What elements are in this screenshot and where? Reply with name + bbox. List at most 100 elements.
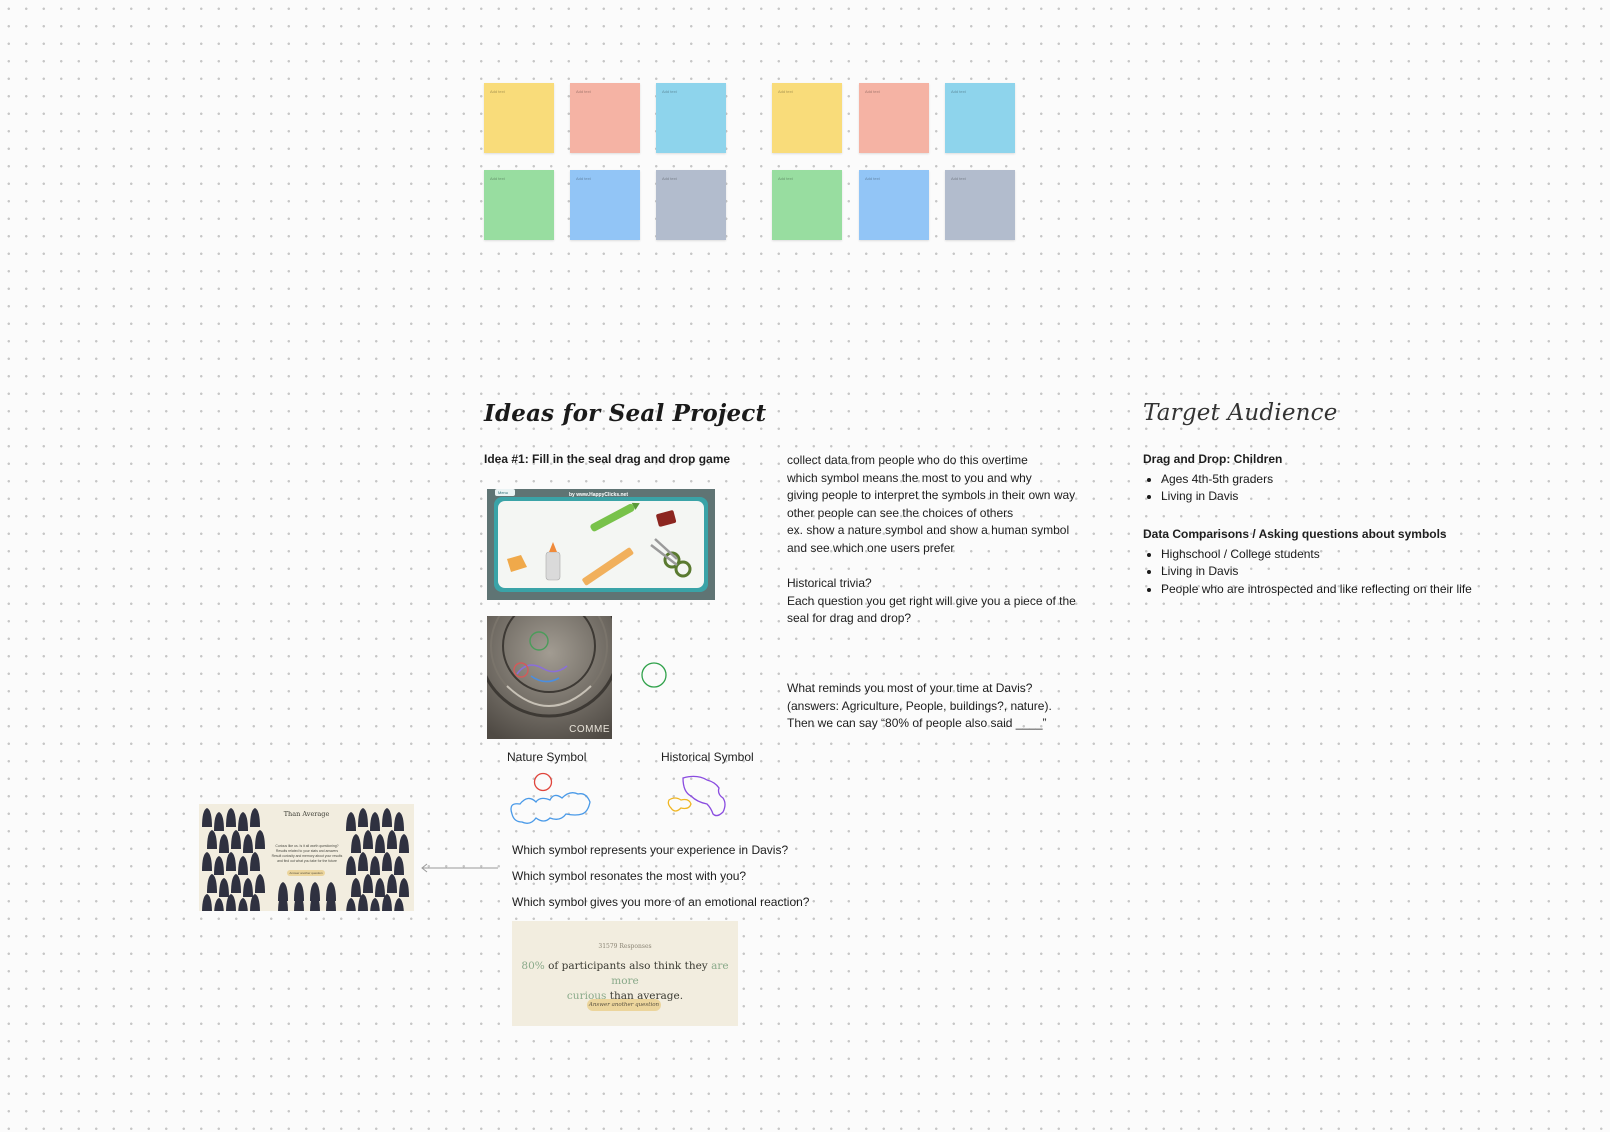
silhouette-figure bbox=[255, 830, 265, 849]
sticky-note-gray[interactable]: Add text bbox=[656, 170, 726, 240]
silhouette-figure bbox=[346, 856, 356, 875]
audience-heading: Target Audience bbox=[1143, 400, 1338, 426]
audience-group-title: Data Comparisons / Asking questions abou… bbox=[1143, 527, 1447, 541]
silhouette-figure bbox=[226, 852, 236, 871]
sticky-note-yellow[interactable]: Add text bbox=[484, 83, 554, 153]
historical-symbol-label: Historical Symbol bbox=[661, 750, 754, 764]
sticky-placeholder: Add text bbox=[778, 89, 793, 94]
silhouette-figure bbox=[219, 834, 229, 853]
note-line: Historical trivia? bbox=[787, 576, 872, 590]
silhouette-figure bbox=[255, 874, 265, 893]
circle-doodle-green[interactable] bbox=[640, 661, 668, 689]
silhouette-figure bbox=[375, 834, 385, 853]
result-statement: 80% of participants also think they are … bbox=[518, 959, 732, 1004]
sticky-placeholder: Add text bbox=[865, 176, 880, 181]
silhouette-figure bbox=[250, 852, 260, 871]
silhouette-figure bbox=[370, 898, 380, 911]
note-line: Then we can say “80% of people also said… bbox=[787, 716, 1047, 731]
silhouette-figure bbox=[243, 834, 253, 853]
note-line: (answers: Agriculture, People, buildings… bbox=[787, 698, 1052, 713]
than-average-card[interactable]: Than Average Curious like us. Is it all … bbox=[199, 804, 414, 911]
audience-item: People who are introspected and like ref… bbox=[1161, 581, 1472, 599]
silhouette-figure bbox=[387, 830, 397, 849]
drag-drop-game-screenshot[interactable]: by www.HappyClicks.net Menu bbox=[487, 489, 715, 600]
silhouette-figure bbox=[207, 874, 217, 893]
sticky-note-cyan[interactable]: Add text bbox=[945, 83, 1015, 153]
silhouette-figure bbox=[219, 878, 229, 897]
idea-notes: collect data from people who do this ove… bbox=[787, 452, 1075, 558]
result-card[interactable]: 31579 Responses 80% of participants also… bbox=[512, 921, 738, 1026]
nature-symbol-doodle[interactable] bbox=[506, 770, 596, 830]
note-line: and see which one users prefer bbox=[787, 540, 955, 555]
responses-count: 31579 Responses bbox=[598, 943, 652, 950]
note-line: collect data from people who do this ove… bbox=[787, 453, 1028, 467]
silhouette-figure bbox=[399, 834, 409, 853]
historical-symbol-doodle[interactable] bbox=[667, 774, 737, 824]
seal-caption: COMME bbox=[569, 724, 610, 735]
silhouette-figure bbox=[351, 878, 361, 897]
silhouette-figure bbox=[346, 898, 356, 911]
silhouette-figure bbox=[238, 856, 248, 875]
silhouette-figure bbox=[399, 878, 409, 897]
result-text-a: of participants also think they bbox=[548, 960, 708, 972]
game-menu-button[interactable]: Menu bbox=[498, 490, 508, 495]
question-3: Which symbol gives you more of an emotio… bbox=[512, 895, 810, 909]
sticky-note-red[interactable]: Add text bbox=[570, 83, 640, 153]
sticky-note-cyan[interactable]: Add text bbox=[656, 83, 726, 153]
than-average-title: Than Average bbox=[283, 810, 330, 818]
audience-item: Highschool / College students bbox=[1161, 546, 1472, 564]
silhouette-figure bbox=[214, 856, 224, 875]
audience-group-title: Drag and Drop: Children bbox=[1143, 452, 1283, 466]
sticky-placeholder: Add text bbox=[951, 89, 966, 94]
audience-item: Living in Davis bbox=[1161, 488, 1282, 506]
silhouette-figure bbox=[370, 856, 380, 875]
sticky-placeholder: Add text bbox=[951, 176, 966, 181]
question-1: Which symbol represents your experience … bbox=[512, 843, 789, 857]
silhouette-figure bbox=[243, 878, 253, 897]
note-line: other people can see the choices of othe… bbox=[787, 505, 1014, 520]
sticky-placeholder: Add text bbox=[490, 89, 505, 94]
silhouette-figure bbox=[394, 898, 404, 911]
sticky-note-yellow[interactable]: Add text bbox=[772, 83, 842, 153]
silhouette-figure bbox=[231, 830, 241, 849]
sticky-note-blue[interactable]: Add text bbox=[859, 170, 929, 240]
sticky-note-blue[interactable]: Add text bbox=[570, 170, 640, 240]
sticky-placeholder: Add text bbox=[662, 89, 677, 94]
sticky-placeholder: Add text bbox=[778, 176, 793, 181]
game-illustration bbox=[494, 489, 708, 592]
silhouette-figure bbox=[207, 830, 217, 849]
than-average-body: Curious like us. Is it all worth questio… bbox=[267, 844, 347, 864]
note-line: ex. show a nature symbol and show a huma… bbox=[787, 523, 1070, 538]
audience-group-1: Drag and Drop: Children Ages 4th-5th gra… bbox=[1143, 451, 1282, 506]
reminds-notes: What reminds you most of your time at Da… bbox=[787, 680, 1052, 733]
silhouette-figure bbox=[202, 894, 212, 911]
sticky-note-green[interactable]: Add text bbox=[484, 170, 554, 240]
connector-arrow[interactable] bbox=[418, 863, 500, 873]
question-2: Which symbol resonates the most with you… bbox=[512, 869, 747, 883]
answer-another-button[interactable]: Answer another question bbox=[587, 999, 661, 1011]
sticky-placeholder: Add text bbox=[662, 176, 677, 181]
seal-photo[interactable]: COMME bbox=[487, 616, 612, 739]
sticky-placeholder: Add text bbox=[490, 176, 505, 181]
sticky-note-red[interactable]: Add text bbox=[859, 83, 929, 153]
sticky-placeholder: Add text bbox=[576, 89, 591, 94]
than-average-button[interactable]: Answer another question bbox=[287, 870, 325, 876]
audience-item: Ages 4th-5th graders bbox=[1161, 471, 1282, 489]
ideas-heading: Ideas for Seal Project bbox=[484, 400, 767, 427]
silhouette-figure bbox=[231, 874, 241, 893]
result-percent: 80% bbox=[521, 960, 545, 972]
sticky-note-green[interactable]: Add text bbox=[772, 170, 842, 240]
silhouette-figure bbox=[351, 834, 361, 853]
trivia-notes: Historical trivia? Each question you get… bbox=[787, 575, 1076, 628]
nature-symbol-label: Nature Symbol bbox=[507, 750, 587, 764]
audience-item: Living in Davis bbox=[1161, 563, 1472, 581]
sticky-placeholder: Add text bbox=[576, 176, 591, 181]
note-line: What reminds you most of your time at Da… bbox=[787, 681, 1033, 695]
note-line: which symbol means the most to you and w… bbox=[787, 470, 1032, 485]
sticky-note-gray[interactable]: Add text bbox=[945, 170, 1015, 240]
note-line: seal for drag and drop? bbox=[787, 611, 912, 626]
body-line: and find out what you take for the futur… bbox=[277, 859, 337, 863]
silhouette-figure bbox=[214, 898, 224, 911]
silhouette-figure bbox=[202, 852, 212, 871]
silhouette-figure bbox=[238, 898, 248, 911]
